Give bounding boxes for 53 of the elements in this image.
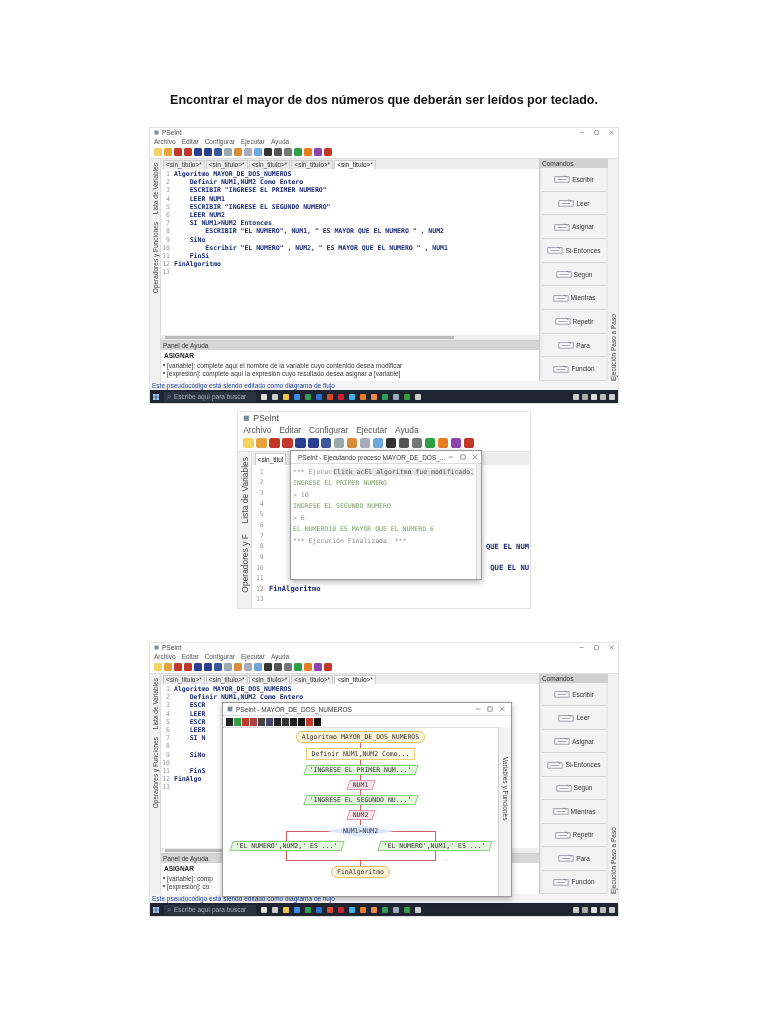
toolbar-icon[interactable] [321,437,332,449]
scrollbar[interactable] [161,335,539,340]
command-icon [552,807,569,816]
minimize-icon[interactable] [579,645,584,650]
command-icon [558,713,575,722]
command-icon [554,175,571,184]
command-icon [554,317,571,326]
close-icon[interactable] [609,645,614,650]
maximize-icon[interactable] [594,645,599,650]
toolbar-icon[interactable] [450,437,462,449]
side-tab[interactable]: Operadores y F [239,534,250,593]
app-icon [243,414,250,422]
scrollbar[interactable] [476,464,481,579]
command-icon [547,246,564,255]
window-title: PSeInt [253,412,279,423]
menu-item[interactable]: Configurar [308,424,349,435]
command-icon [558,854,575,863]
command-icon [558,341,575,350]
start-icon[interactable] [153,393,159,400]
toolbar-icon[interactable] [295,437,306,449]
toolbar-icon[interactable] [386,437,397,449]
toolbar-icon[interactable] [308,437,319,449]
menu-item[interactable]: Ayuda [394,424,419,435]
maximize-icon[interactable] [594,130,599,135]
search-icon [167,907,171,912]
code-editor[interactable] [161,169,539,335]
close-icon[interactable] [472,454,479,460]
menu-item[interactable]: Archivo [243,424,272,435]
command-icon [553,877,570,886]
side-tab[interactable]: Lista de Variables [239,457,250,524]
command-icon [552,293,569,302]
command-icon [547,760,564,769]
search-icon [167,394,171,399]
page-heading: Encontrar el mayor de dos números que deberán ser leídos por teclado. [170,93,598,107]
command-icon [553,737,570,746]
scroll-thumb[interactable] [165,336,454,339]
app-icon [227,706,233,712]
menu-item[interactable]: Ejecutar [356,424,388,435]
command-icon [553,364,570,373]
command-icon [553,222,570,231]
command-icon [554,690,571,699]
app-icon [154,645,159,650]
minimize-icon[interactable] [579,130,584,135]
close-icon[interactable] [499,706,505,712]
command-icon [558,199,575,207]
start-icon[interactable] [153,906,159,913]
close-icon[interactable] [609,130,614,135]
toolbar-icon[interactable] [399,437,410,449]
app-icon [154,130,159,135]
command-icon [555,270,572,278]
command-icon [555,783,572,792]
command-icon [554,830,571,839]
menu-item[interactable]: Editar [279,424,302,435]
